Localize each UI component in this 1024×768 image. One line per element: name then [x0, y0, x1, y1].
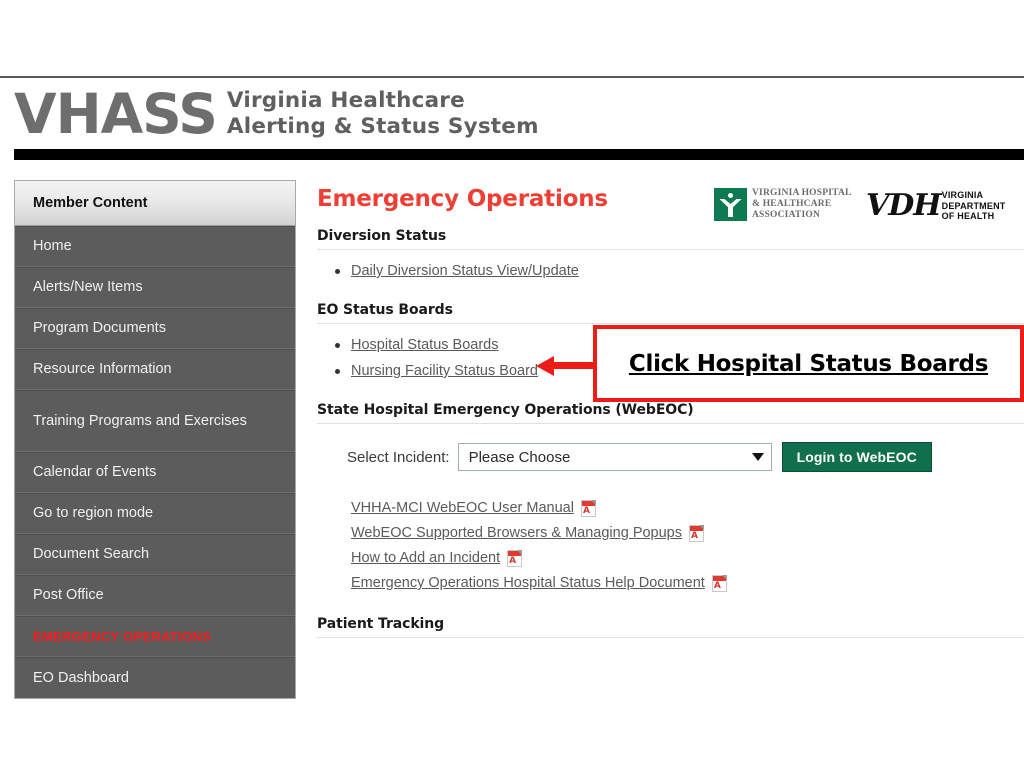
- sidebar-item-label: Program Documents: [33, 320, 166, 336]
- sidebar-item-label: EMERGENCY OPERATIONS: [33, 629, 212, 644]
- page-title: Emergency Operations: [317, 186, 608, 212]
- sidebar-item-calendar-of-events[interactable]: Calendar of Events: [15, 452, 295, 493]
- brand-tagline-line2: Alerting & Status System: [226, 114, 539, 139]
- login-to-webeoc-button[interactable]: Login to WebEOC: [781, 442, 932, 472]
- brand-acronym: VHASS: [14, 82, 218, 146]
- link-daily-diversion-status[interactable]: Daily Diversion Status View/Update: [351, 263, 579, 279]
- sidebar-item-label: Training Programs and Exercises: [33, 412, 247, 429]
- list-item: How to Add an Incident A: [351, 548, 1024, 569]
- section-state-hospital-webeoc: State Hospital Emergency Operations (Web…: [317, 402, 1024, 594]
- list-item: VHHA-MCI WebEOC User Manual A: [351, 498, 1024, 519]
- instruction-callout: Click Hospital Status Boards: [593, 325, 1024, 402]
- sidebar-item-emergency-operations[interactable]: EMERGENCY OPERATIONS: [15, 616, 295, 657]
- header-black-bar: [14, 149, 1024, 160]
- section-patient-tracking: Patient Tracking: [317, 616, 1024, 638]
- select-incident-label: Select Incident:: [347, 448, 450, 466]
- sidebar-item-go-to-region-mode[interactable]: Go to region mode: [15, 493, 295, 534]
- sidebar-item-label: Calendar of Events: [33, 464, 157, 480]
- pdf-icon: A: [580, 500, 596, 517]
- pdf-icon: A: [689, 525, 704, 542]
- section-heading: Diversion Status: [317, 228, 1024, 250]
- callout-text: Click Hospital Status Boards: [628, 350, 989, 377]
- sidebar-item-eo-dashboard[interactable]: EO Dashboard: [15, 657, 295, 698]
- link-hospital-status-boards[interactable]: Hospital Status Boards: [351, 337, 499, 353]
- list-item: Emergency Operations Hospital Status Hel…: [351, 573, 1024, 594]
- select-incident-dropdown[interactable]: Please Choose: [457, 443, 772, 471]
- sidebar-item-label: Resource Information: [33, 361, 172, 377]
- diversion-link-list: Daily Diversion Status View/Update: [317, 262, 1024, 280]
- sidebar-item-label: Post Office: [33, 587, 104, 603]
- pdf-icon: A: [507, 550, 523, 567]
- sidebar-item-training-programs-and-exercises[interactable]: Training Programs and Exercises: [15, 390, 295, 452]
- brand-tagline: Virginia Healthcare Alerting & Status Sy…: [227, 88, 539, 140]
- sidebar-item-label: Alerts/New Items: [33, 279, 143, 295]
- top-divider: [0, 76, 1024, 78]
- brand-logo: VHASS Virginia Healthcare Alerting & Sta…: [14, 84, 539, 144]
- webeoc-document-list: VHHA-MCI WebEOC User Manual A WebEOC Sup…: [317, 498, 1024, 594]
- sidebar-item-label: EO Dashboard: [33, 669, 129, 686]
- sidebar-nav: Member Content Home Alerts/New Items Pro…: [14, 180, 296, 699]
- link-eo-hospital-status-help-document[interactable]: Emergency Operations Hospital Status Hel…: [351, 573, 705, 594]
- main-content: Emergency Operations Diversion Status Da…: [317, 186, 1024, 638]
- sidebar-header: Member Content: [15, 181, 295, 226]
- sidebar-item-alerts-new-items[interactable]: Alerts/New Items: [15, 267, 295, 308]
- sidebar-item-post-office[interactable]: Post Office: [15, 575, 295, 616]
- section-heading: Patient Tracking: [317, 616, 1024, 638]
- site-header: VHASS Virginia Healthcare Alerting & Sta…: [0, 80, 1024, 221]
- section-heading: State Hospital Emergency Operations (Web…: [317, 402, 1024, 424]
- chevron-down-icon: [751, 453, 764, 461]
- brand-tagline-line1: Virginia Healthcare: [226, 88, 465, 113]
- page-root: VHASS Virginia Healthcare Alerting & Sta…: [0, 0, 1024, 768]
- link-nursing-facility-status-board[interactable]: Nursing Facility Status Board: [351, 363, 538, 379]
- link-vhha-mci-webeoc-user-manual[interactable]: VHHA-MCI WebEOC User Manual: [351, 498, 574, 519]
- sidebar-item-label: Go to region mode: [33, 505, 154, 521]
- sidebar-item-document-search[interactable]: Document Search: [15, 534, 295, 575]
- list-item: WebEOC Supported Browsers & Managing Pop…: [351, 523, 1024, 544]
- sidebar-header-label: Member Content: [33, 195, 148, 211]
- link-how-to-add-an-incident[interactable]: How to Add an Incident: [351, 548, 500, 569]
- sidebar-item-label: Home: [33, 238, 72, 254]
- sidebar-item-resource-information[interactable]: Resource Information: [15, 349, 295, 390]
- sidebar-item-label: Document Search: [33, 546, 150, 562]
- sidebar-item-home[interactable]: Home: [15, 226, 295, 267]
- callout-arrow-icon: [536, 356, 598, 376]
- link-webeoc-supported-browsers[interactable]: WebEOC Supported Browsers & Managing Pop…: [351, 523, 682, 544]
- sidebar-item-program-documents[interactable]: Program Documents: [15, 308, 295, 349]
- section-heading: EO Status Boards: [317, 302, 1024, 324]
- section-diversion-status: Diversion Status Daily Diversion Status …: [317, 228, 1024, 280]
- select-incident-row: Select Incident: Please Choose Login to …: [317, 442, 1024, 472]
- list-item: Daily Diversion Status View/Update: [335, 262, 1024, 280]
- select-incident-value: Please Choose: [468, 448, 571, 466]
- pdf-icon: A: [711, 575, 727, 592]
